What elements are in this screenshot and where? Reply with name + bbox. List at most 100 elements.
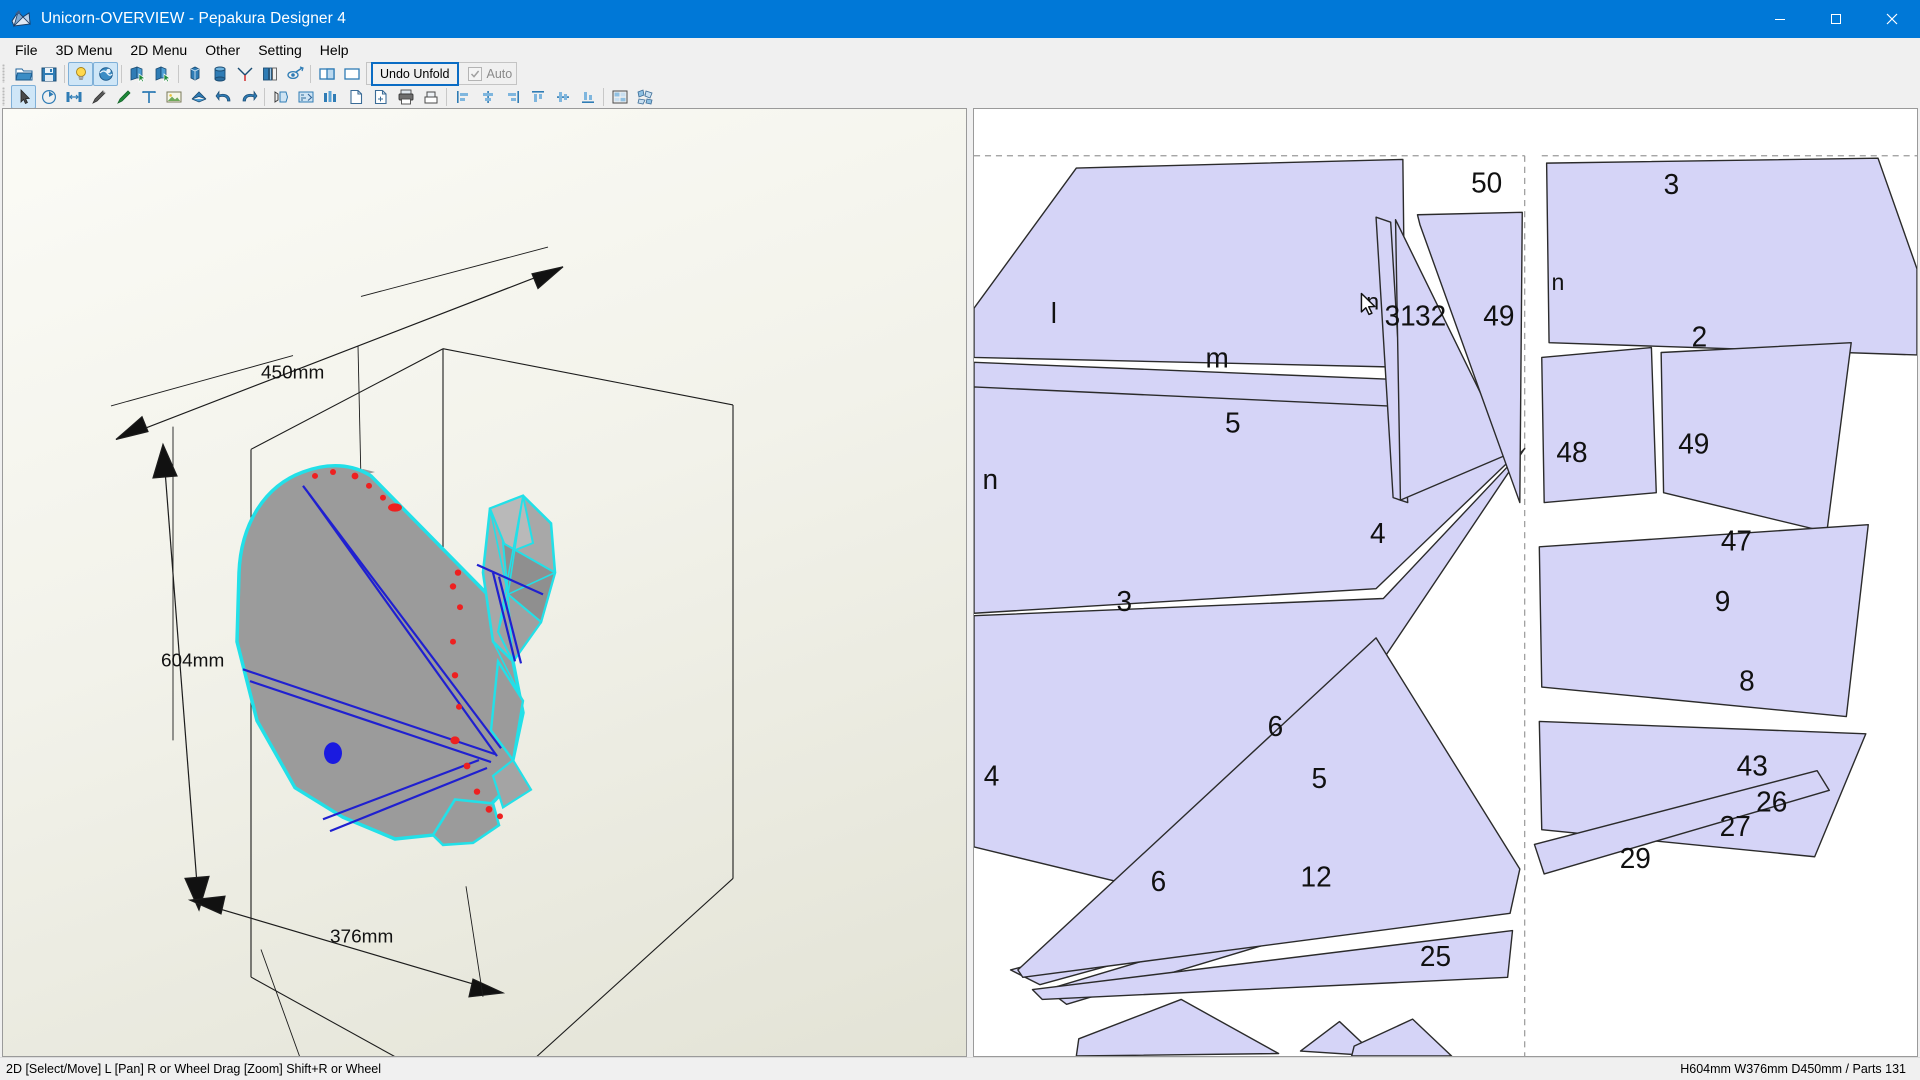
add-text-button[interactable] — [136, 85, 161, 109]
maximize-button[interactable] — [1808, 0, 1864, 38]
scatter-parts-button[interactable] — [632, 85, 657, 109]
open-file-button[interactable] — [11, 62, 36, 86]
align-middle-button[interactable] — [550, 85, 575, 109]
part-label: 5 — [1225, 407, 1241, 438]
auto-checkbox[interactable]: Auto — [468, 67, 513, 81]
toolbar-row-1: Undo Unfold Auto — [0, 62, 1920, 85]
layout-columns-button[interactable] — [318, 85, 343, 109]
part-label: 8 — [1739, 666, 1755, 697]
part-label: 12 — [1301, 861, 1332, 892]
toolbar-separator — [603, 88, 604, 106]
redo-button[interactable] — [236, 85, 261, 109]
toolbar-separator — [178, 65, 179, 83]
save-file-button[interactable] — [36, 62, 61, 86]
part-label: l — [1051, 298, 1057, 329]
unicorn-head-model — [237, 466, 555, 845]
part-label: 47 — [1721, 525, 1752, 556]
split-view-button[interactable] — [314, 62, 339, 86]
part-label: 4 — [984, 760, 1000, 791]
single-view-button[interactable] — [339, 62, 364, 86]
status-model-info: H604mm W376mm D450mm / Parts 131 — [1680, 1062, 1920, 1076]
fold-tool-button[interactable] — [186, 85, 211, 109]
menu-bar: File 3D Menu 2D Menu Other Setting Help — [0, 38, 1920, 61]
align-right-button[interactable] — [500, 85, 525, 109]
cylinder-button[interactable] — [207, 62, 232, 86]
part-label: 49 — [1678, 428, 1709, 459]
toolbar-separator — [446, 88, 447, 106]
menu-2d[interactable]: 2D Menu — [121, 39, 196, 61]
2d-unfold-pane[interactable]: l m 5 n 3 4 4 6 5 6 12 25 n 31 32 49 50 — [973, 108, 1918, 1057]
part-label: m — [1205, 342, 1228, 373]
align-left-button[interactable] — [450, 85, 475, 109]
part-label: 31 — [1385, 300, 1416, 331]
part-label: n — [1551, 269, 1564, 295]
part-label: 2 — [1692, 321, 1708, 352]
part-label: n — [983, 464, 999, 495]
undo-unfold-button[interactable]: Undo Unfold — [371, 62, 459, 86]
disjoin-edge-tool-button[interactable] — [111, 85, 136, 109]
align-top-button[interactable] — [525, 85, 550, 109]
2d-unfold-sheet: l m 5 n 3 4 4 6 5 6 12 25 n 31 32 49 50 — [974, 109, 1917, 1056]
align-center-button[interactable] — [475, 85, 500, 109]
part-label: 26 — [1756, 786, 1787, 817]
toolbar-grip[interactable] — [2, 64, 9, 83]
part-label: 9 — [1715, 586, 1731, 617]
3d-scene: 450mm 604mm 376mm — [3, 109, 966, 1056]
texture-toggle-button[interactable] — [93, 62, 118, 86]
dimension-label-height: 604mm — [161, 649, 224, 670]
checkbox-box — [468, 67, 482, 81]
select-group-button[interactable] — [150, 62, 175, 86]
unfold-solid-button[interactable] — [182, 62, 207, 86]
edge-number-button[interactable] — [293, 85, 318, 109]
pepakura-logo-icon — [10, 8, 32, 30]
axis-button[interactable] — [232, 62, 257, 86]
rotate-tool-button[interactable] — [36, 85, 61, 109]
toolbar-separator — [121, 65, 122, 83]
join-edge-tool-button[interactable] — [86, 85, 111, 109]
minimize-button[interactable] — [1752, 0, 1808, 38]
align-bottom-button[interactable] — [575, 85, 600, 109]
menu-file[interactable]: File — [6, 39, 47, 61]
printer-icon-button[interactable] — [418, 85, 443, 109]
open-close-button[interactable] — [257, 62, 282, 86]
part-label: 25 — [1420, 941, 1451, 972]
flip-tool-button[interactable] — [61, 85, 86, 109]
select-face-button[interactable] — [125, 62, 150, 86]
application-window: Unicorn-OVERVIEW - Pepakura Designer 4 F… — [0, 0, 1920, 1080]
status-bar: 2D [Select/Move] L [Pan] R or Wheel Drag… — [0, 1057, 1920, 1080]
add-page-button[interactable] — [368, 85, 393, 109]
part-label: 6 — [1151, 866, 1167, 897]
print-preview-button[interactable] — [393, 85, 418, 109]
part-label: 43 — [1737, 750, 1768, 781]
toolbar-row-2 — [0, 85, 1920, 108]
toolbar-separator — [64, 65, 65, 83]
workspace: 450mm 604mm 376mm — [0, 108, 1920, 1057]
part-label: 3 — [1664, 169, 1680, 200]
3d-view-pane[interactable]: 450mm 604mm 376mm — [2, 108, 967, 1057]
title-bar: Unicorn-OVERVIEW - Pepakura Designer 4 — [0, 0, 1920, 38]
part-label: 50 — [1471, 168, 1502, 199]
tab-shape-button[interactable] — [268, 85, 293, 109]
dimension-450mm — [111, 247, 563, 439]
part-label: 4 — [1370, 518, 1386, 549]
page-setup-button[interactable] — [343, 85, 368, 109]
status-hint: 2D [Select/Move] L [Pan] R or Wheel Drag… — [0, 1062, 381, 1076]
part-label: 27 — [1720, 811, 1751, 842]
close-button[interactable] — [1864, 0, 1920, 38]
menu-other[interactable]: Other — [196, 39, 249, 61]
window-title: Unicorn-OVERVIEW - Pepakura Designer 4 — [41, 10, 346, 28]
arrange-parts-button[interactable] — [607, 85, 632, 109]
window-controls — [1752, 0, 1920, 38]
rotate-view-button[interactable] — [282, 62, 307, 86]
toolbar-grip[interactable] — [2, 87, 9, 106]
dimension-label-depth: 376mm — [330, 926, 393, 947]
part-label: 3 — [1117, 586, 1133, 617]
menu-setting[interactable]: Setting — [249, 39, 311, 61]
menu-help[interactable]: Help — [311, 39, 358, 61]
light-toggle-button[interactable] — [68, 62, 93, 86]
menu-3d[interactable]: 3D Menu — [47, 39, 122, 61]
select-move-tool-button[interactable] — [11, 85, 36, 109]
part-label: 6 — [1268, 711, 1284, 742]
add-image-button[interactable] — [161, 85, 186, 109]
undo-button[interactable] — [211, 85, 236, 109]
